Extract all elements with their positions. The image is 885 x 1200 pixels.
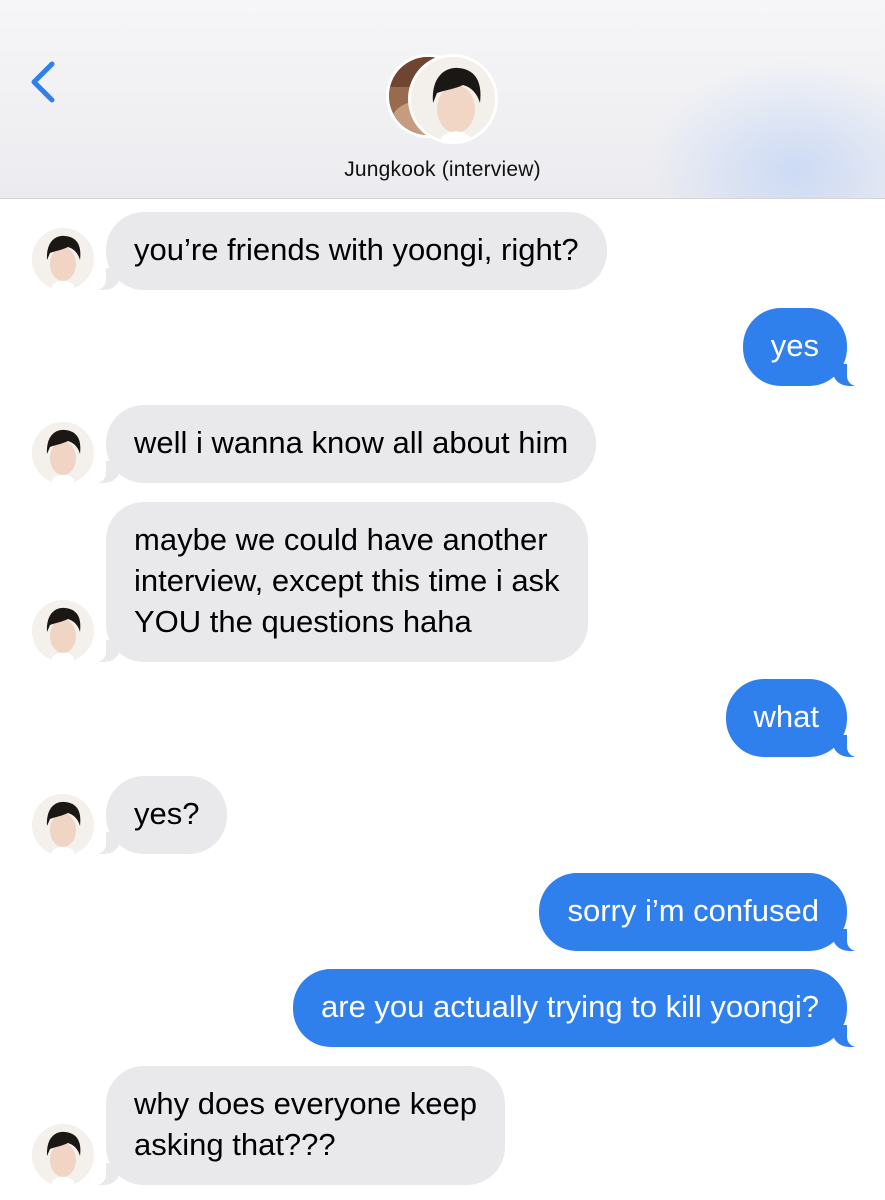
- sender-avatar: [32, 794, 94, 856]
- sender-avatar: [32, 422, 94, 484]
- message-bubble[interactable]: well i wanna know all about him: [93, 405, 597, 483]
- message-bubble[interactable]: sorry i’m confused: [539, 873, 859, 951]
- outgoing-message[interactable]: yes: [742, 308, 860, 386]
- back-button[interactable]: [26, 58, 62, 106]
- sender-avatar: [32, 228, 94, 290]
- sender-avatar: [32, 1124, 94, 1186]
- outgoing-message[interactable]: what: [725, 679, 860, 757]
- message-bubble[interactable]: maybe we could have another interview, e…: [94, 502, 588, 662]
- contact-name[interactable]: Jungkook (interview): [0, 158, 885, 182]
- message-bubble[interactable]: are you actually trying to kill yoongi?: [293, 969, 859, 1047]
- incoming-message[interactable]: you’re friends with yoongi, right?: [94, 212, 607, 290]
- message-bubble[interactable]: what: [725, 679, 860, 757]
- incoming-message[interactable]: well i wanna know all about him: [93, 405, 597, 483]
- message-bubble[interactable]: you’re friends with yoongi, right?: [94, 212, 607, 290]
- incoming-message[interactable]: yes?: [93, 776, 228, 854]
- message-bubble[interactable]: yes?: [93, 776, 228, 854]
- outgoing-message[interactable]: are you actually trying to kill yoongi?: [293, 969, 859, 1047]
- chevron-left-icon: [31, 61, 55, 103]
- incoming-message[interactable]: why does everyone keep asking that???: [94, 1066, 505, 1185]
- message-bubble[interactable]: why does everyone keep asking that???: [94, 1066, 505, 1185]
- message-bubble[interactable]: yes: [742, 308, 860, 386]
- sender-avatar: [32, 600, 94, 662]
- conversation-header: Jungkook (interview): [0, 0, 885, 199]
- incoming-message[interactable]: maybe we could have another interview, e…: [94, 502, 588, 662]
- contact-avatar-group[interactable]: [386, 54, 498, 144]
- outgoing-message[interactable]: sorry i’m confused: [539, 873, 859, 951]
- avatar-primary: [408, 54, 498, 144]
- message-thread: you’re friends with yoongi, right? yes w…: [0, 200, 885, 1200]
